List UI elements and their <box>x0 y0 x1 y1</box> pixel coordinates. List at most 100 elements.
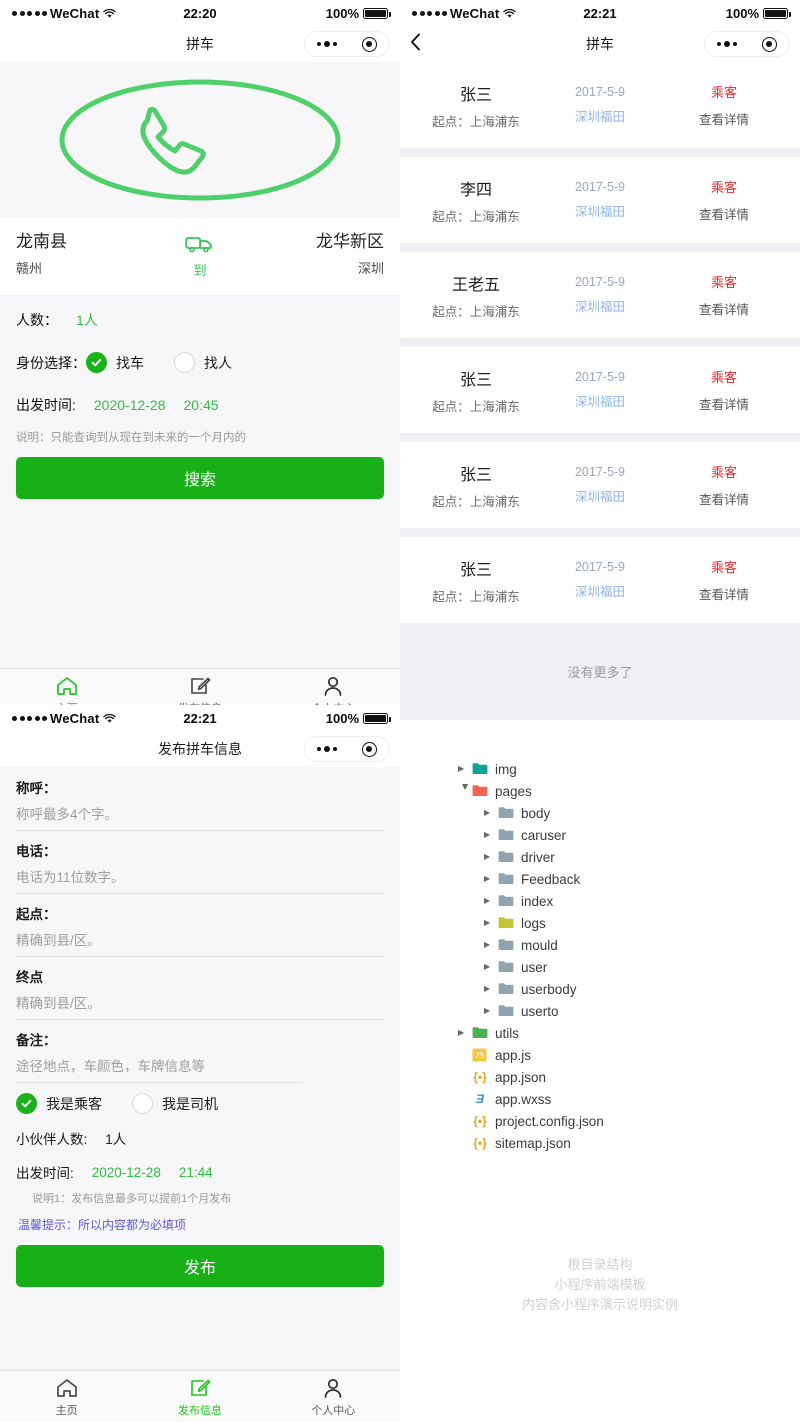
route-origin[interactable]: 龙南县 赣州 <box>16 231 145 277</box>
tree-folder-node[interactable]: ▶ mould <box>458 934 800 956</box>
back-button[interactable] <box>410 33 438 55</box>
tree-folder-node[interactable]: ▶ userbody <box>458 978 800 1000</box>
more-icon[interactable] <box>717 41 738 47</box>
tree-disclosure-arrow-icon[interactable]: ▶ <box>484 919 498 927</box>
publish-form: 称呼： 电话： 起点： 终点 备注： <box>0 767 400 1233</box>
route-destination[interactable]: 龙华新区 深圳 <box>255 231 384 277</box>
nickname-input[interactable] <box>16 805 384 831</box>
tree-disclosure-arrow-icon[interactable]: ▶ <box>484 831 498 839</box>
tree-folder-node[interactable]: ▶ index <box>458 890 800 912</box>
row-action[interactable]: 乘客 查看详情 <box>662 462 786 508</box>
tree-disclosure-arrow-icon[interactable]: ▶ <box>458 765 472 773</box>
folder-gray-icon <box>498 982 514 996</box>
tree-folder-node[interactable]: ▶ driver <box>458 846 800 868</box>
tree-folder-node[interactable]: ▶ img <box>458 758 800 780</box>
depart-date-value[interactable]: 2020-12-28 <box>94 397 166 413</box>
tree-folder-node[interactable]: ▶ Feedback <box>458 868 800 890</box>
depart-time-value[interactable]: 20:45 <box>184 397 219 413</box>
tree-file-node[interactable]: ▶{•}project.config.json <box>458 1110 800 1132</box>
destination-input[interactable] <box>16 994 384 1020</box>
radio-find-person[interactable] <box>174 352 195 373</box>
status-left: WeChat <box>12 6 183 21</box>
tree-disclosure-arrow-icon[interactable]: ▶ <box>484 963 498 971</box>
tree-disclosure-arrow-icon[interactable]: ▶ <box>484 875 498 883</box>
status-badge: 乘客 <box>710 560 737 575</box>
radio-passenger[interactable] <box>16 1093 37 1114</box>
tree-file-node[interactable]: ▶Ǝapp.wxss <box>458 1088 800 1110</box>
origin-input[interactable] <box>16 931 384 957</box>
composite-screenshot: WeChat 22:20 100% 拼车 龙南县 赣州 到 龙华新区 深圳 人数… <box>0 0 800 1422</box>
row-action[interactable]: 乘客 查看详情 <box>662 272 786 318</box>
wechat-capsule-button[interactable] <box>304 736 390 762</box>
tree-folder-node[interactable]: ▶ userto <box>458 1000 800 1022</box>
publish-depart-time[interactable]: 21:44 <box>179 1165 213 1180</box>
row-action[interactable]: 乘客 查看详情 <box>662 82 786 128</box>
tree-disclosure-arrow-icon[interactable]: ▶ <box>484 985 498 993</box>
tab-home[interactable]: 主页 <box>0 1376 133 1418</box>
view-detail-link[interactable]: 查看详情 <box>662 109 786 128</box>
more-icon[interactable] <box>317 41 338 47</box>
more-icon[interactable] <box>317 746 338 752</box>
tree-disclosure-arrow-icon[interactable]: ▶ <box>484 897 498 905</box>
depart-time-row[interactable]: 出发时间: 2020-12-28 20:45 <box>16 395 384 415</box>
status-badge: 乘客 <box>710 180 737 195</box>
remark-input[interactable] <box>16 1057 304 1083</box>
view-detail-link[interactable]: 查看详情 <box>662 394 786 413</box>
people-count-value: 1人 <box>76 312 98 328</box>
radio-find-car[interactable] <box>86 352 107 373</box>
row-action[interactable]: 乘客 查看详情 <box>662 557 786 603</box>
status-left: WeChat <box>12 711 183 726</box>
tab-publish[interactable]: 发布信息 <box>133 1376 266 1418</box>
table-row[interactable]: 李四 起点：上海浦东 2017-5-9 深圳福田 乘客 查看详情 <box>400 157 800 243</box>
view-detail-link[interactable]: 查看详情 <box>662 204 786 223</box>
signal-dots-icon <box>412 10 447 16</box>
tab-profile[interactable]: 个人中心 <box>267 1376 400 1418</box>
publish-depart-label: 出发时间: <box>16 1166 74 1181</box>
radio-driver[interactable] <box>132 1093 153 1114</box>
wechat-capsule-button[interactable] <box>304 31 390 57</box>
battery-percent-label: 100% <box>725 5 759 21</box>
tree-file-node[interactable]: ▶{•}sitemap.json <box>458 1132 800 1154</box>
tree-disclosure-arrow-icon[interactable]: ▶ <box>461 784 470 798</box>
row-trip: 2017-5-9 深圳福田 <box>538 560 662 600</box>
tree-disclosure-arrow-icon[interactable]: ▶ <box>458 1029 472 1037</box>
tree-folder-node[interactable]: ▶ pages <box>458 780 800 802</box>
tree-disclosure-arrow-icon[interactable]: ▶ <box>484 809 498 817</box>
tree-disclosure-arrow-icon[interactable]: ▶ <box>484 1007 498 1015</box>
tree-disclosure-arrow-icon[interactable]: ▶ <box>484 941 498 949</box>
tree-file-node[interactable]: ▶JSapp.js <box>458 1044 800 1066</box>
publish-depart-row[interactable]: 出发时间: 2020-12-28 21:44 <box>16 1162 384 1182</box>
row-action[interactable]: 乘客 查看详情 <box>662 177 786 223</box>
tree-folder-node[interactable]: ▶ user <box>458 956 800 978</box>
tree-disclosure-arrow-icon[interactable]: ▶ <box>484 853 498 861</box>
view-detail-link[interactable]: 查看详情 <box>662 489 786 508</box>
tree-file-node[interactable]: ▶{•}app.json <box>458 1066 800 1088</box>
tree-folder-node[interactable]: ▶ body <box>458 802 800 824</box>
row-person: 张三 起点：上海浦东 <box>414 81 538 130</box>
tree-folder-node[interactable]: ▶ logs <box>458 912 800 934</box>
table-row[interactable]: 王老五 起点：上海浦东 2017-5-9 深圳福田 乘客 查看详情 <box>400 252 800 338</box>
close-target-icon[interactable] <box>361 36 377 52</box>
publish-button[interactable]: 发布 <box>16 1245 384 1287</box>
close-target-icon[interactable] <box>361 741 377 757</box>
table-row[interactable]: 张三 起点：上海浦东 2017-5-9 深圳福田 乘客 查看详情 <box>400 62 800 148</box>
tree-folder-node[interactable]: ▶ utils <box>458 1022 800 1044</box>
close-target-icon[interactable] <box>761 36 777 52</box>
view-detail-link[interactable]: 查看详情 <box>662 299 786 318</box>
phone-input[interactable] <box>16 868 384 894</box>
people-count-row[interactable]: 人数： 1人 <box>16 310 384 330</box>
publish-depart-date[interactable]: 2020-12-28 <box>92 1165 161 1180</box>
tree-node-label: caruser <box>521 827 567 843</box>
route-selector[interactable]: 龙南县 赣州 到 龙华新区 深圳 <box>0 217 400 296</box>
table-row[interactable]: 张三 起点：上海浦东 2017-5-9 深圳福田 乘客 查看详情 <box>400 347 800 433</box>
field-phone: 电话： <box>16 840 384 894</box>
search-button[interactable]: 搜索 <box>16 457 384 499</box>
partners-row[interactable]: 小伙伴人数: 1人 <box>16 1128 384 1148</box>
wechat-capsule-button[interactable] <box>704 31 790 57</box>
table-row[interactable]: 张三 起点：上海浦东 2017-5-9 深圳福田 乘客 查看详情 <box>400 442 800 528</box>
tree-folder-node[interactable]: ▶ caruser <box>458 824 800 846</box>
row-action[interactable]: 乘客 查看详情 <box>662 367 786 413</box>
clock-label: 22:20 <box>183 5 217 21</box>
view-detail-link[interactable]: 查看详情 <box>662 584 786 603</box>
table-row[interactable]: 张三 起点：上海浦东 2017-5-9 深圳福田 乘客 查看详情 <box>400 537 800 623</box>
